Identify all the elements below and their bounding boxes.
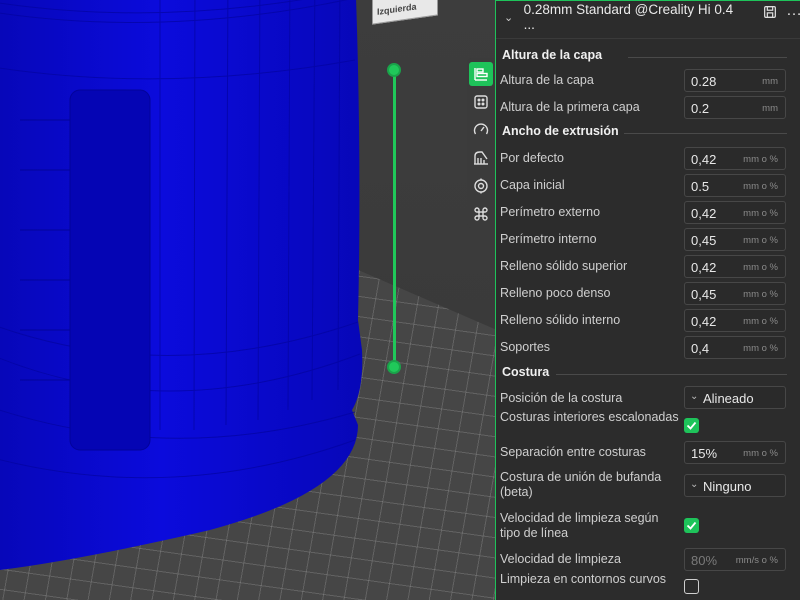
setting-row-first-layer-height: Altura de la primera capa 0.2 mm [496, 94, 800, 121]
section-divider [624, 133, 787, 134]
sliced-model [0, 0, 363, 570]
chevron-down-icon: ⌄ [690, 479, 699, 490]
section-layer-height: Altura de la capa [496, 46, 800, 66]
setting-row-inner-wall: Perímetro interno 0,45 mm o % [496, 226, 800, 253]
setting-label: Separación entre costuras [500, 445, 646, 459]
layer-range-slider[interactable] [386, 62, 402, 374]
setting-label: Relleno sólido superior [500, 259, 628, 273]
setting-row-internal-solid: Relleno sólido interno 0,42 mm o % [496, 307, 800, 334]
setting-row-initial-layer: Capa inicial 0.5 mm o % [496, 172, 800, 199]
section-title: Costura [502, 365, 550, 379]
setting-row-wipe-speed: Velocidad de limpieza 80% mm/s o % [496, 546, 800, 573]
setting-label: Posición de la costura [500, 391, 623, 405]
layer-slider-track[interactable] [392, 70, 396, 367]
chevron-down-icon: ⌄ [504, 11, 514, 24]
layers-icon[interactable] [469, 62, 493, 86]
inner-wall-width-input[interactable]: 0,45 mm o % [684, 228, 786, 251]
view-orientation-cube[interactable]: Izquierda [372, 0, 438, 25]
support-icon[interactable] [469, 146, 493, 170]
others-icon[interactable] [469, 202, 493, 226]
section-title: Altura de la capa [502, 48, 603, 62]
wipe-speed-by-line-checkbox[interactable] [684, 518, 699, 533]
setting-label: Velocidad de limpieza [500, 552, 621, 566]
setting-row-wipe-on-curves: Limpieza en contornos curvos [496, 572, 800, 600]
setting-label: Velocidad de limpieza según tipo de líne… [500, 511, 659, 540]
wipe-on-curves-checkbox[interactable] [684, 579, 699, 594]
save-icon[interactable] [762, 4, 780, 22]
section-divider [628, 57, 787, 58]
setting-label: Costura de unión de bufanda (beta) [500, 470, 662, 499]
setting-label: Relleno sólido interno [500, 313, 621, 327]
setting-label: Relleno poco denso [500, 286, 611, 300]
setting-row-seam-gap: Separación entre costuras 15% mm o % [496, 439, 800, 466]
layer-height-input[interactable]: 0.28 mm [684, 69, 786, 92]
more-options-icon[interactable]: … [786, 3, 800, 22]
print-profile-name: 0.28mm Standard @Creality Hi 0.4 ... [523, 2, 734, 32]
layer-slider-top-handle[interactable] [387, 63, 401, 77]
print-profile-dropdown[interactable]: ⌄ 0.28mm Standard @Creality Hi 0.4 ... [504, 2, 742, 32]
orientation-label: Izquierda [377, 1, 417, 17]
scarf-seam-dropdown[interactable]: ⌄ Ninguno [684, 474, 786, 497]
setting-label: Por defecto [500, 151, 564, 165]
setting-label: Perímetro interno [500, 232, 597, 246]
sparse-infill-width-input[interactable]: 0,45 mm o % [684, 282, 786, 305]
settings-category-toolbar [467, 58, 495, 228]
setting-label: Capa inicial [500, 178, 565, 192]
section-line-width: Ancho de extrusión [496, 122, 800, 142]
setting-label: Altura de la primera capa [500, 100, 640, 114]
section-seam: Costura [496, 363, 800, 383]
chevron-down-icon: ⌄ [690, 391, 699, 402]
setting-row-scarf-seam: Costura de unión de bufanda (beta) ⌄ Nin… [496, 470, 800, 502]
filament-settings-icon[interactable] [469, 174, 493, 198]
seam-position-dropdown[interactable]: ⌄ Alineado [684, 386, 786, 409]
setting-row-seam-position: Posición de la costura ⌄ Alineado [496, 385, 800, 412]
setting-label: Soportes [500, 340, 551, 354]
first-layer-height-input[interactable]: 0.2 mm [684, 96, 786, 119]
support-width-input[interactable]: 0,4 mm o % [684, 336, 786, 359]
setting-row-default-width: Por defecto 0,42 mm o % [496, 145, 800, 172]
setting-row-staggered-seams: Costuras interiores escalonadas [496, 410, 800, 442]
print-settings-panel: ⌄ 0.28mm Standard @Creality Hi 0.4 ... …… [495, 0, 800, 600]
seam-gap-input[interactable]: 15% mm o % [684, 441, 786, 464]
outer-wall-width-input[interactable]: 0,42 mm o % [684, 201, 786, 224]
setting-label: Limpieza en contornos curvos [500, 572, 667, 586]
speed-icon[interactable] [469, 118, 493, 142]
wipe-speed-input[interactable]: 80% mm/s o % [684, 548, 786, 571]
section-divider [556, 374, 787, 375]
setting-row-sparse-infill: Relleno poco denso 0,45 mm o % [496, 280, 800, 307]
layer-slider-bottom-handle[interactable] [387, 360, 401, 374]
internal-solid-width-input[interactable]: 0,42 mm o % [684, 309, 786, 332]
setting-row-wipe-speed-by-line: Velocidad de limpieza según tipo de líne… [496, 511, 800, 543]
setting-label: Perímetro externo [500, 205, 601, 219]
section-title: Ancho de extrusión [502, 124, 619, 138]
infill-icon[interactable] [469, 90, 493, 114]
initial-layer-width-input[interactable]: 0.5 mm o % [684, 174, 786, 197]
profile-bar: ⌄ 0.28mm Standard @Creality Hi 0.4 ... … [496, 1, 800, 39]
setting-row-outer-wall: Perímetro externo 0,42 mm o % [496, 199, 800, 226]
setting-label: Costuras interiores escalonadas [500, 410, 679, 424]
setting-row-support: Soportes 0,4 mm o % [496, 334, 800, 361]
top-surface-width-input[interactable]: 0,42 mm o % [684, 255, 786, 278]
staggered-seams-checkbox[interactable] [684, 418, 699, 433]
setting-label: Altura de la capa [500, 73, 594, 87]
default-width-input[interactable]: 0,42 mm o % [684, 147, 786, 170]
setting-row-top-surface: Relleno sólido superior 0,42 mm o % [496, 253, 800, 280]
setting-row-layer-height: Altura de la capa 0.28 mm [496, 67, 800, 94]
